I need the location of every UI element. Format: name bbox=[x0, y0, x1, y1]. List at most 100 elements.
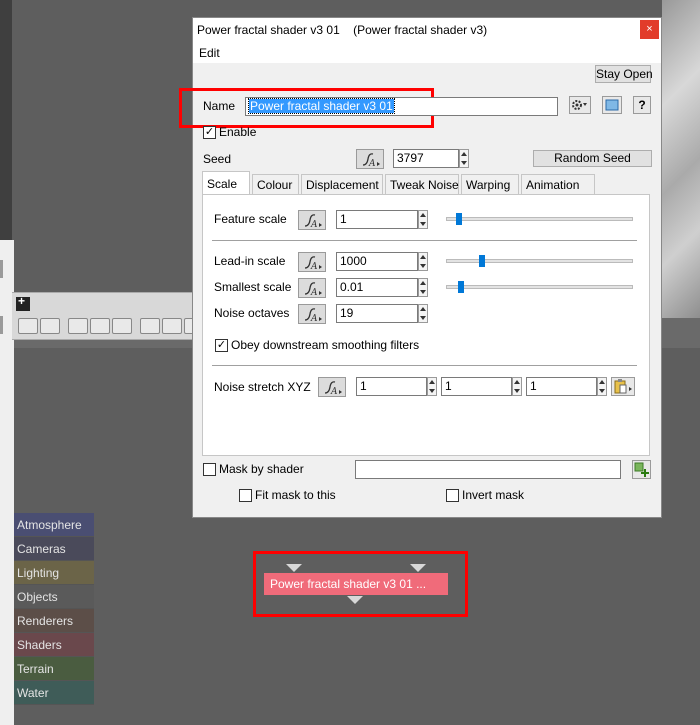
category-renderers[interactable]: Renderers bbox=[14, 609, 94, 633]
stretch-x-spinner[interactable] bbox=[427, 377, 437, 396]
close-button[interactable]: × bbox=[640, 20, 659, 39]
category-water[interactable]: Water bbox=[14, 681, 94, 705]
stretch-function-button[interactable]: A bbox=[318, 377, 346, 397]
toolbar-camera-button[interactable] bbox=[18, 318, 38, 334]
tab-colour[interactable]: Colour bbox=[252, 174, 299, 194]
invert-mask-label: Invert mask bbox=[462, 488, 525, 502]
node-category-list: Atmosphere Cameras Lighting Objects Rend… bbox=[14, 513, 94, 705]
lead-in-function-button[interactable]: A bbox=[298, 252, 326, 272]
seed-spinner[interactable] bbox=[459, 149, 469, 168]
svg-text:A: A bbox=[330, 387, 338, 395]
separator bbox=[212, 365, 637, 366]
random-seed-button[interactable]: Random Seed bbox=[533, 150, 652, 167]
function-icon: A bbox=[304, 282, 322, 296]
tab-displacement[interactable]: Displacement bbox=[301, 174, 383, 194]
fit-mask-checkbox[interactable] bbox=[239, 489, 252, 502]
octaves-function-button[interactable]: A bbox=[298, 304, 326, 324]
stretch-y-spinner[interactable] bbox=[512, 377, 522, 396]
toolbar-fit-button[interactable] bbox=[162, 318, 182, 334]
smallest-scale-slider[interactable] bbox=[446, 281, 633, 293]
toolbar-picture-button[interactable] bbox=[90, 318, 110, 334]
seed-label: Seed bbox=[203, 152, 232, 166]
tab-warping[interactable]: Warping bbox=[461, 174, 519, 194]
add-icon bbox=[634, 462, 649, 477]
preview-button[interactable] bbox=[602, 96, 622, 114]
noise-octaves-input[interactable]: 19 bbox=[336, 304, 418, 323]
enable-label: Enable bbox=[219, 125, 257, 139]
paste-button[interactable] bbox=[611, 377, 635, 396]
add-mask-button[interactable] bbox=[632, 460, 651, 479]
background-terrain-preview bbox=[662, 0, 700, 318]
strip-notch bbox=[0, 260, 3, 278]
mask-by-shader-checkbox[interactable] bbox=[203, 463, 216, 476]
help-button[interactable]: ? bbox=[633, 96, 651, 114]
stay-open-button[interactable]: Stay Open bbox=[595, 65, 653, 83]
add-node-icon[interactable] bbox=[16, 294, 30, 311]
separator bbox=[212, 240, 637, 241]
tab-animation[interactable]: Animation bbox=[521, 174, 595, 194]
dialog-title-bar[interactable]: Power fractal shader v3 01 (Power fracta… bbox=[193, 18, 661, 43]
fit-mask-label: Fit mask to this bbox=[255, 488, 336, 502]
category-lighting[interactable]: Lighting bbox=[14, 561, 94, 585]
feature-scale-spinner[interactable] bbox=[418, 210, 428, 229]
seed-function-button[interactable]: A bbox=[356, 149, 384, 169]
shader-node[interactable]: Power fractal shader v3 01 ... bbox=[264, 573, 448, 595]
background-toolbar bbox=[12, 292, 194, 340]
smallest-scale-input[interactable]: 0.01 bbox=[336, 278, 418, 297]
stretch-x-input[interactable]: 1 bbox=[356, 377, 427, 396]
category-objects[interactable]: Objects bbox=[14, 585, 94, 609]
function-icon: A bbox=[324, 381, 342, 395]
node-input-port[interactable] bbox=[286, 564, 302, 572]
category-shaders[interactable]: Shaders bbox=[14, 633, 94, 657]
lead-in-scale-slider[interactable] bbox=[446, 255, 633, 267]
noise-stretch-label: Noise stretch XYZ bbox=[214, 380, 311, 394]
noise-octaves-label: Noise octaves bbox=[214, 306, 290, 320]
stretch-z-spinner[interactable] bbox=[597, 377, 607, 396]
seed-input[interactable]: 3797 bbox=[393, 149, 459, 168]
close-icon: × bbox=[646, 23, 653, 35]
smallest-slider-thumb[interactable] bbox=[458, 281, 464, 293]
lead-in-slider-thumb[interactable] bbox=[479, 255, 485, 267]
category-atmosphere[interactable]: Atmosphere bbox=[14, 513, 94, 537]
node-input-port[interactable] bbox=[410, 564, 426, 572]
preview-icon bbox=[605, 99, 619, 111]
help-icon: ? bbox=[638, 98, 646, 112]
smallest-scale-spinner[interactable] bbox=[418, 278, 428, 297]
tab-tweak-noise[interactable]: Tweak Noise bbox=[385, 174, 459, 194]
name-input-value: Power fractal shader v3 01 bbox=[248, 98, 395, 114]
feature-scale-input[interactable]: 1 bbox=[336, 210, 418, 229]
function-icon: A bbox=[362, 153, 380, 167]
feature-scale-function-button[interactable]: A bbox=[298, 210, 326, 230]
invert-mask-checkbox[interactable] bbox=[446, 489, 459, 502]
name-label: Name bbox=[203, 99, 236, 113]
feature-scale-slider-thumb[interactable] bbox=[456, 213, 462, 225]
check-icon: ✓ bbox=[204, 126, 215, 138]
strip-notch bbox=[0, 316, 3, 334]
settings-button[interactable] bbox=[569, 96, 591, 114]
check-icon: ✓ bbox=[216, 339, 227, 351]
smallest-scale-function-button[interactable]: A bbox=[298, 278, 326, 298]
dialog-title: Power fractal shader v3 01 (Power fracta… bbox=[197, 23, 488, 37]
name-input[interactable]: Power fractal shader v3 01 bbox=[245, 97, 558, 116]
category-cameras[interactable]: Cameras bbox=[14, 537, 94, 561]
enable-checkbox[interactable]: ✓ bbox=[203, 126, 216, 139]
node-output-port[interactable] bbox=[347, 596, 363, 604]
stretch-z-input[interactable]: 1 bbox=[526, 377, 597, 396]
toolbar-eye-button[interactable] bbox=[140, 318, 160, 334]
toolbar-image-button[interactable] bbox=[40, 318, 60, 334]
toolbar-refresh-button[interactable] bbox=[112, 318, 132, 334]
noise-octaves-spinner[interactable] bbox=[418, 304, 428, 323]
tab-scale[interactable]: Scale bbox=[202, 171, 250, 195]
menu-edit[interactable]: Edit bbox=[199, 46, 220, 60]
stretch-y-input[interactable]: 1 bbox=[441, 377, 512, 396]
toolbar-video-button[interactable] bbox=[68, 318, 88, 334]
clipboard-icon bbox=[614, 379, 632, 394]
feature-scale-label: Feature scale bbox=[214, 212, 287, 226]
obey-smoothing-checkbox[interactable]: ✓ bbox=[215, 339, 228, 352]
mask-shader-input[interactable] bbox=[355, 460, 621, 479]
feature-scale-slider[interactable] bbox=[446, 213, 633, 225]
smallest-scale-label: Smallest scale bbox=[214, 280, 292, 294]
lead-in-scale-spinner[interactable] bbox=[418, 252, 428, 271]
category-terrain[interactable]: Terrain bbox=[14, 657, 94, 681]
lead-in-scale-input[interactable]: 1000 bbox=[336, 252, 418, 271]
